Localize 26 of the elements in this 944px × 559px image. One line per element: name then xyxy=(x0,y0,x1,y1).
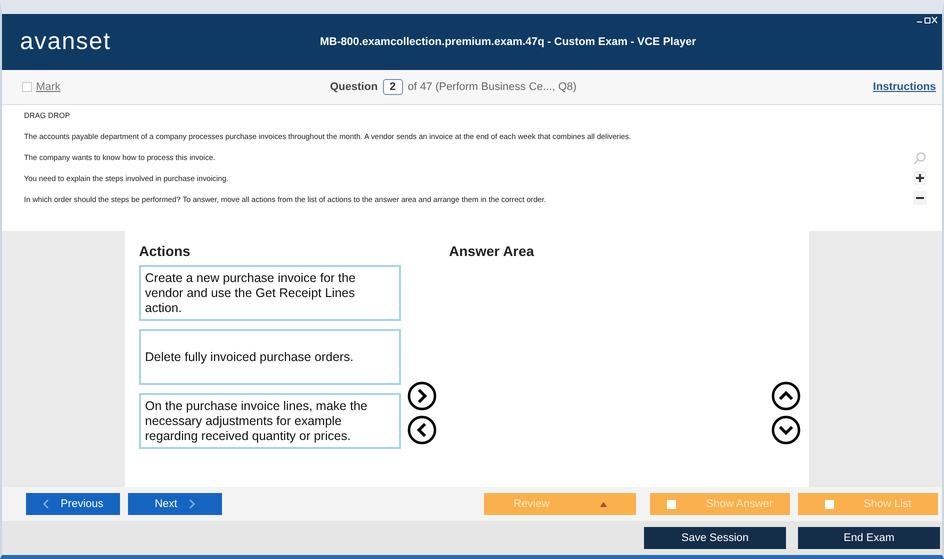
action-item[interactable]: Create a new purchase invoice for the vendor and use the Get Receipt Lines action. xyxy=(139,265,401,321)
question-count: of 47 (Perform Business Ce..., Q8) xyxy=(408,81,577,93)
caret-up-icon xyxy=(600,502,607,506)
move-down-icon[interactable] xyxy=(771,415,801,445)
end-exam-button[interactable]: End Exam xyxy=(798,527,940,549)
question-number-field[interactable]: 2 xyxy=(382,79,403,95)
mark-checkbox[interactable]: Mark xyxy=(22,81,330,93)
question-label: Question xyxy=(330,81,378,93)
move-left-icon[interactable] xyxy=(407,415,437,445)
save-session-button[interactable]: Save Session xyxy=(644,527,786,549)
move-right-icon[interactable] xyxy=(407,381,437,411)
chevron-left-icon xyxy=(42,499,49,509)
zoom-in-icon[interactable] xyxy=(913,171,927,185)
instructions-link[interactable]: Instructions xyxy=(873,81,936,93)
answer-area-heading: Answer Area xyxy=(449,243,536,259)
zoom-out-icon[interactable] xyxy=(913,191,927,205)
action-item[interactable]: On the purchase invoice lines, make the necessary adjustments for example regarding received quantity or prices. xyxy=(139,393,401,449)
action-item[interactable]: Delete fully invoiced purchase orders. xyxy=(139,329,401,385)
actions-heading: Actions xyxy=(139,243,192,259)
chevron-right-icon xyxy=(189,499,196,509)
move-up-icon[interactable] xyxy=(771,381,801,411)
window-controls-icon[interactable] xyxy=(916,16,938,24)
window-title: MB-800.examcollection.premium.exam.47q - Custom Exam - VCE Player xyxy=(320,36,696,48)
previous-button[interactable]: Previous xyxy=(26,493,120,515)
app-logo: avanset xyxy=(20,28,112,56)
next-button[interactable]: Next xyxy=(128,493,222,515)
